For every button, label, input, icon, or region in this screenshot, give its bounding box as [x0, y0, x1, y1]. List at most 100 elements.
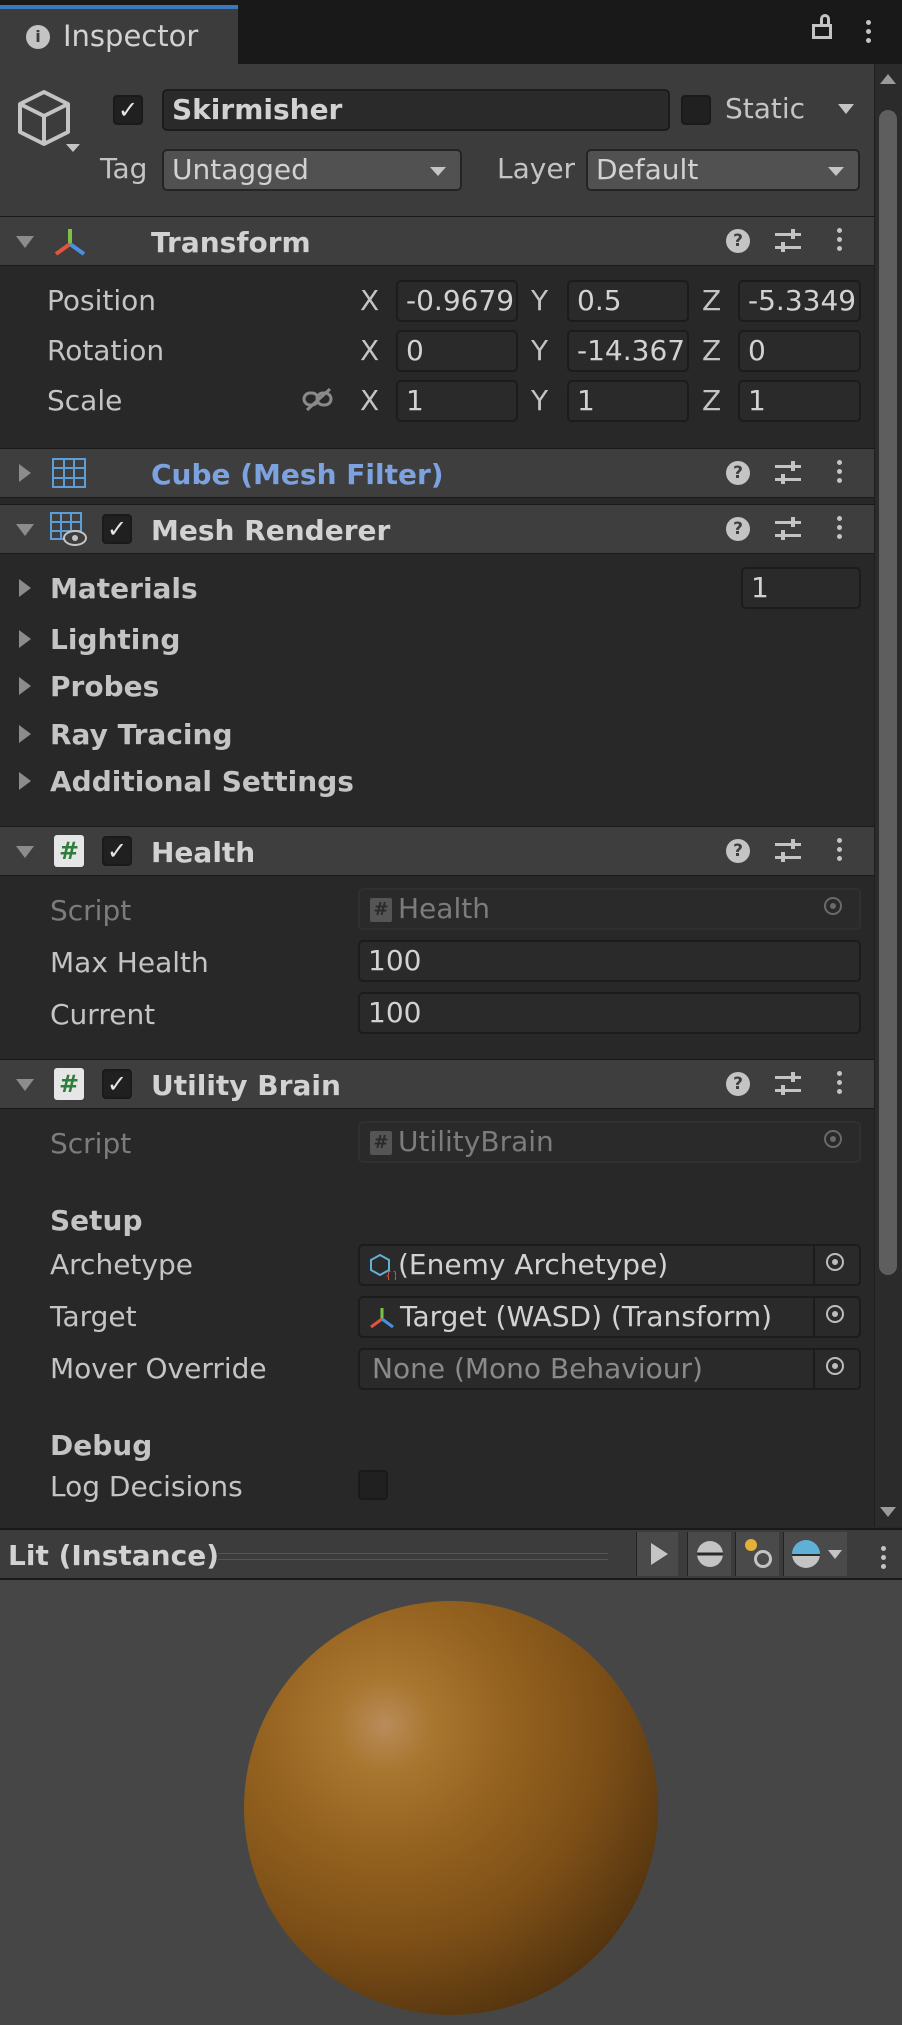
help-icon[interactable]: ?: [726, 839, 750, 863]
tab-inspector[interactable]: i Inspector: [0, 5, 238, 64]
svg-text:{}: {}: [385, 1269, 396, 1280]
debug-header: Debug: [50, 1429, 153, 1462]
mesh-renderer-icon: [50, 512, 87, 546]
help-icon[interactable]: ?: [726, 1072, 750, 1096]
preview-drag-handle[interactable]: [218, 1553, 608, 1560]
mesh-filter-foldout-icon[interactable]: [19, 464, 31, 482]
scroll-up-icon[interactable]: [880, 74, 896, 84]
scale-z-field[interactable]: 1: [738, 380, 861, 422]
presets-icon[interactable]: [775, 1072, 801, 1096]
lighting-foldout-icon[interactable]: [19, 630, 31, 648]
presets-icon[interactable]: [775, 839, 801, 863]
help-icon[interactable]: ?: [726, 517, 750, 541]
preview-title: Lit (Instance): [8, 1539, 219, 1572]
sphere-mesh-icon: [697, 1541, 723, 1567]
script-hash-icon: #: [54, 1068, 84, 1100]
tag-value: Untagged: [172, 153, 309, 186]
scrollbar-thumb[interactable]: [879, 110, 897, 1275]
max-health-field[interactable]: 100: [358, 940, 861, 982]
archetype-field[interactable]: {} (Enemy Archetype): [358, 1244, 861, 1286]
position-z-field[interactable]: -5.3349: [738, 280, 861, 322]
gameobject-header: [0, 64, 874, 216]
mover-override-label: Mover Override: [50, 1352, 267, 1385]
preview-sky-button[interactable]: [783, 1532, 847, 1576]
play-preview-button[interactable]: [636, 1532, 678, 1576]
presets-icon[interactable]: [775, 517, 801, 541]
scale-x-field[interactable]: 1: [396, 380, 518, 422]
log-decisions-label: Log Decisions: [50, 1470, 243, 1503]
layer-dropdown[interactable]: Default: [586, 149, 860, 191]
archetype-label: Archetype: [50, 1248, 193, 1281]
object-picker-icon[interactable]: [813, 1246, 859, 1284]
additional-settings-foldout-icon[interactable]: [19, 772, 31, 790]
target-label: Target: [50, 1300, 137, 1333]
tag-dropdown[interactable]: Untagged: [162, 149, 462, 191]
position-y-field[interactable]: 0.5: [567, 280, 689, 322]
component-menu-icon[interactable]: [837, 460, 843, 487]
component-menu-icon[interactable]: [837, 228, 843, 255]
preview-mesh-button[interactable]: [687, 1532, 731, 1576]
lock-icon[interactable]: [812, 14, 832, 39]
current-health-field[interactable]: 100: [358, 992, 861, 1034]
chevron-down-icon: [828, 167, 844, 176]
window-menu-icon[interactable]: [866, 20, 872, 47]
static-dropdown-icon[interactable]: [838, 104, 854, 114]
probes-label[interactable]: Probes: [50, 670, 159, 703]
presets-icon[interactable]: [775, 229, 801, 253]
target-field[interactable]: Target (WASD) (Transform): [358, 1296, 861, 1338]
position-label: Position: [47, 284, 157, 317]
object-picker-icon[interactable]: [813, 1298, 859, 1336]
static-label: Static: [725, 92, 806, 125]
materials-foldout-icon[interactable]: [19, 579, 31, 597]
script-hash-icon: #: [370, 1131, 392, 1155]
static-checkbox[interactable]: [681, 95, 711, 125]
axis-z-label: Z: [702, 334, 722, 367]
health-foldout-icon[interactable]: [16, 846, 34, 858]
constrain-proportions-icon[interactable]: [302, 388, 336, 412]
mesh-renderer-enabled-checkbox[interactable]: ✓: [102, 514, 132, 544]
component-menu-icon[interactable]: [837, 838, 843, 865]
rotation-y-field[interactable]: -14.367: [567, 330, 689, 372]
presets-icon[interactable]: [775, 461, 801, 485]
mesh-renderer-foldout-icon[interactable]: [16, 524, 34, 536]
script-hash-icon: #: [370, 898, 392, 922]
gameobject-cube-icon[interactable]: [14, 86, 84, 152]
transform-foldout-icon[interactable]: [16, 236, 34, 248]
scale-y-field[interactable]: 1: [567, 380, 689, 422]
rotation-x-field[interactable]: 0: [396, 330, 518, 372]
object-picker-icon: [813, 890, 859, 928]
component-menu-icon[interactable]: [837, 516, 843, 543]
gameobject-name-field[interactable]: Skirmisher: [162, 89, 670, 131]
scroll-down-icon[interactable]: [880, 1507, 896, 1517]
help-icon[interactable]: ?: [726, 229, 750, 253]
materials-label[interactable]: Materials: [50, 572, 198, 605]
ray-tracing-foldout-icon[interactable]: [19, 725, 31, 743]
mover-override-field[interactable]: None (Mono Behaviour): [358, 1348, 861, 1390]
health-enabled-checkbox[interactable]: ✓: [102, 836, 132, 866]
materials-count-field[interactable]: 1: [741, 567, 861, 609]
health-title: Health: [151, 836, 256, 869]
axis-y-label: Y: [531, 384, 549, 417]
utility-brain-enabled-checkbox[interactable]: ✓: [102, 1069, 132, 1099]
log-decisions-checkbox[interactable]: [358, 1470, 388, 1500]
axis-y-label: Y: [531, 334, 549, 367]
probes-foldout-icon[interactable]: [19, 677, 31, 695]
health-script-label: Script: [50, 894, 132, 927]
component-menu-icon[interactable]: [837, 1071, 843, 1098]
preview-lights-button[interactable]: [735, 1532, 779, 1576]
rotation-z-field[interactable]: 0: [738, 330, 861, 372]
position-x-field[interactable]: -0.9679: [396, 280, 518, 322]
preview-menu-icon[interactable]: [881, 1546, 887, 1573]
gameobject-active-checkbox[interactable]: ✓: [113, 95, 143, 125]
utility-script-value: UtilityBrain: [398, 1125, 554, 1158]
lighting-label[interactable]: Lighting: [50, 623, 180, 656]
ray-tracing-label[interactable]: Ray Tracing: [50, 718, 233, 751]
chevron-down-icon: [430, 167, 446, 176]
help-icon[interactable]: ?: [726, 461, 750, 485]
additional-settings-label[interactable]: Additional Settings: [50, 765, 354, 798]
object-picker-icon[interactable]: [813, 1350, 859, 1388]
utility-script-field: # UtilityBrain: [358, 1121, 861, 1163]
utility-brain-foldout-icon[interactable]: [16, 1079, 34, 1091]
utility-script-label: Script: [50, 1127, 132, 1160]
utility-brain-title: Utility Brain: [151, 1069, 341, 1102]
